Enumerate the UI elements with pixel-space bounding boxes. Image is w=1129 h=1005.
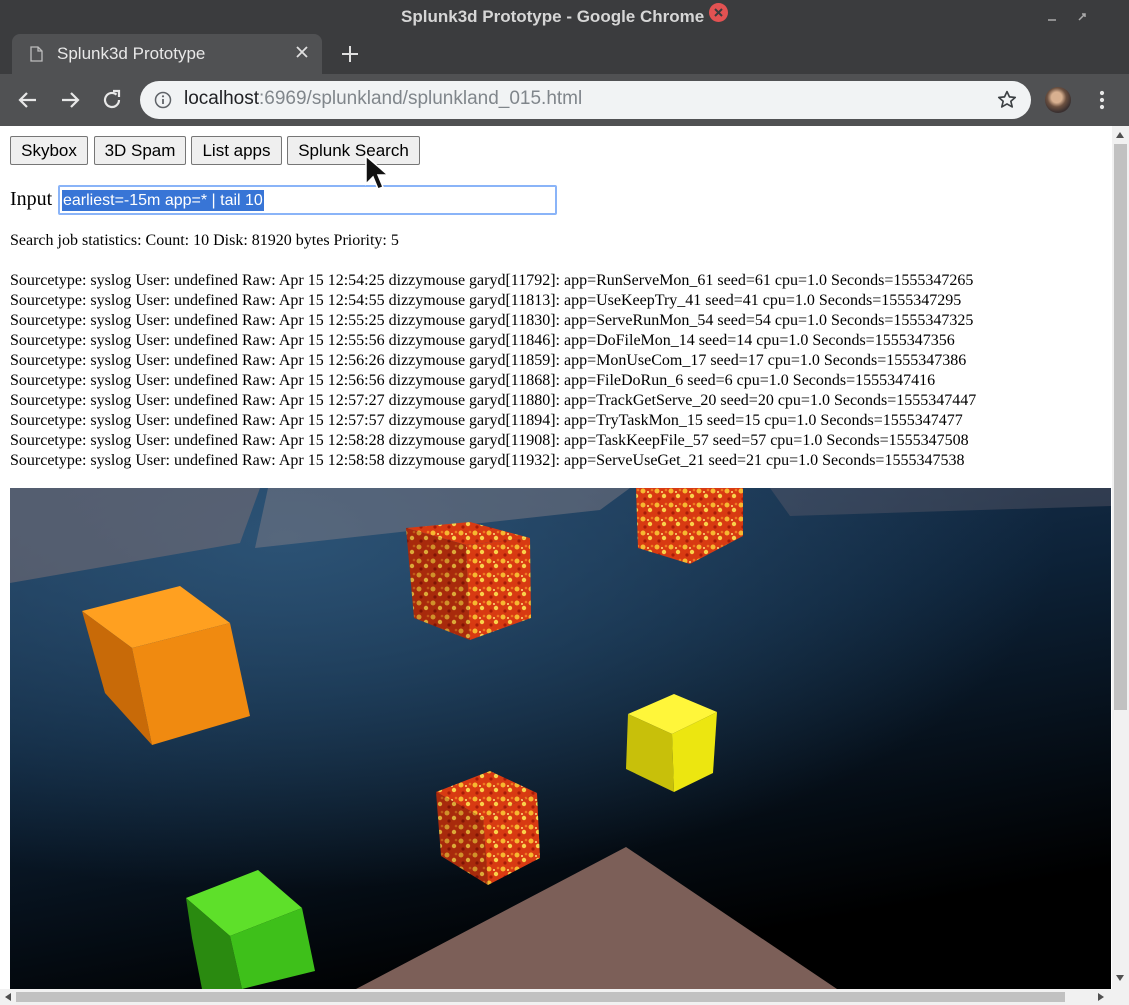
result-line: Sourcetype: syslog User: undefined Raw: … bbox=[10, 352, 967, 369]
url-host: localhost bbox=[184, 88, 259, 109]
horizontal-scroll-thumb[interactable] bbox=[16, 992, 1065, 1002]
result-line: Sourcetype: syslog User: undefined Raw: … bbox=[10, 332, 955, 349]
minimize-icon[interactable] bbox=[1043, 8, 1061, 26]
vertical-scrollbar[interactable] bbox=[1112, 126, 1129, 989]
info-icon[interactable] bbox=[154, 91, 172, 109]
page-viewport: Skybox 3D Spam List apps Splunk Search I… bbox=[0, 126, 1112, 989]
maximize-icon[interactable] bbox=[1073, 8, 1091, 26]
scroll-right-arrow-icon[interactable] bbox=[1098, 993, 1104, 1001]
reload-icon[interactable] bbox=[100, 88, 124, 112]
close-tab-icon[interactable] bbox=[294, 44, 310, 60]
browser-tab[interactable]: Splunk3d Prototype bbox=[12, 34, 322, 74]
scroll-up-arrow-icon[interactable] bbox=[1116, 132, 1124, 138]
profile-avatar[interactable] bbox=[1045, 87, 1071, 113]
search-input[interactable]: earliest=-15m app=* | tail 10 bbox=[58, 185, 557, 215]
result-line: Sourcetype: syslog User: undefined Raw: … bbox=[10, 372, 936, 389]
mouse-cursor-icon bbox=[365, 155, 389, 190]
result-line: Sourcetype: syslog User: undefined Raw: … bbox=[10, 312, 974, 329]
new-tab-icon[interactable] bbox=[340, 44, 360, 64]
search-results: Sourcetype: syslog User: undefined Raw: … bbox=[10, 271, 976, 471]
3d-scene-canvas[interactable] bbox=[10, 488, 1111, 989]
result-line: Sourcetype: syslog User: undefined Raw: … bbox=[10, 392, 977, 409]
url-path: :6969/splunkland/splunkland_015.html bbox=[259, 88, 583, 109]
browser-toolbar: localhost:6969/splunkland/splunkland_015… bbox=[0, 74, 1129, 126]
3d-spam-button[interactable]: 3D Spam bbox=[94, 136, 186, 165]
address-bar[interactable]: localhost:6969/splunkland/splunkland_015… bbox=[140, 81, 1031, 119]
close-window-icon[interactable] bbox=[708, 3, 728, 22]
page-icon bbox=[30, 46, 43, 62]
forward-arrow-icon[interactable] bbox=[58, 88, 82, 112]
result-line: Sourcetype: syslog User: undefined Raw: … bbox=[10, 272, 974, 289]
result-line: Sourcetype: syslog User: undefined Raw: … bbox=[10, 452, 965, 469]
result-line: Sourcetype: syslog User: undefined Raw: … bbox=[10, 412, 963, 429]
bookmark-star-icon[interactable] bbox=[996, 89, 1018, 111]
horizontal-scrollbar[interactable] bbox=[0, 989, 1129, 1005]
tab-strip: Splunk3d Prototype bbox=[0, 34, 1129, 74]
search-job-statistics: Search job statistics: Count: 10 Disk: 8… bbox=[10, 232, 399, 249]
more-menu-icon[interactable] bbox=[1092, 88, 1112, 112]
tab-title: Splunk3d Prototype bbox=[57, 44, 206, 63]
window-title-bar: Splunk3d Prototype - Google Chrome bbox=[0, 0, 1129, 34]
splunk-search-button[interactable]: Splunk Search bbox=[287, 136, 420, 165]
url-text: localhost:6969/splunkland/splunkland_015… bbox=[184, 88, 582, 110]
skybox-button[interactable]: Skybox bbox=[10, 136, 88, 165]
scroll-left-arrow-icon[interactable] bbox=[5, 993, 11, 1001]
scroll-down-arrow-icon[interactable] bbox=[1116, 975, 1124, 981]
result-line: Sourcetype: syslog User: undefined Raw: … bbox=[10, 432, 969, 449]
list-apps-button[interactable]: List apps bbox=[191, 136, 282, 165]
back-arrow-icon[interactable] bbox=[16, 88, 40, 112]
search-query-text: earliest=-15m app=* | tail 10 bbox=[62, 190, 264, 211]
result-line: Sourcetype: syslog User: undefined Raw: … bbox=[10, 292, 962, 309]
vertical-scroll-thumb[interactable] bbox=[1114, 144, 1127, 710]
input-label: Input bbox=[10, 188, 53, 210]
window-title: Splunk3d Prototype - Google Chrome bbox=[401, 7, 705, 26]
